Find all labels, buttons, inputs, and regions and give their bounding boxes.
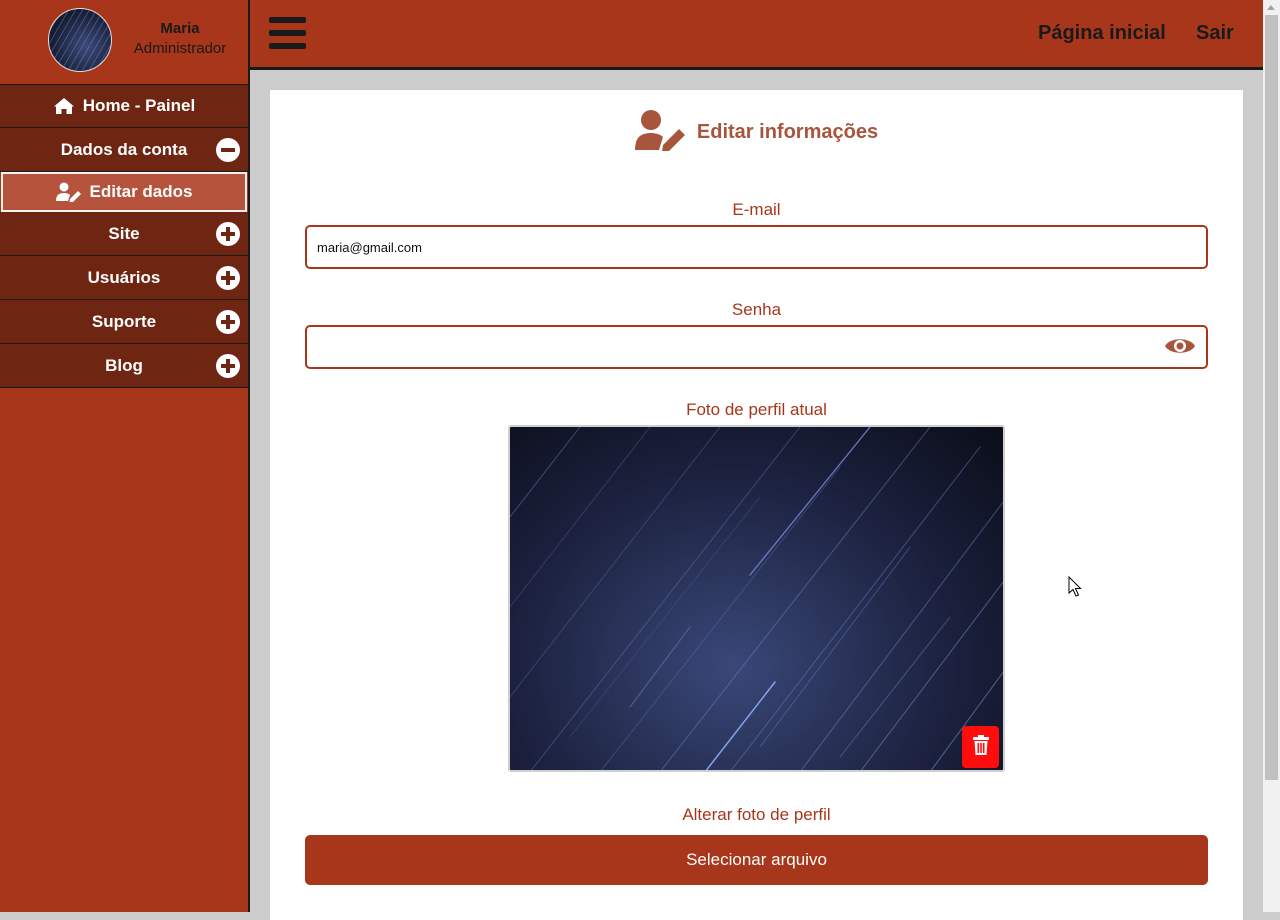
change-photo-label: Alterar foto de perfil [682,805,831,824]
user-edit-icon [634,109,687,156]
sidebar-item-label: Dados da conta [60,139,188,159]
home-link[interactable]: Página inicial [1038,22,1166,45]
trash-icon [972,734,989,760]
edit-info-card: Editar informações E-mail Senha Foto de … [270,90,1243,920]
plus-circle-icon[interactable] [216,221,240,246]
sidebar-item-label: Suporte [91,311,157,331]
profile-name: Maria [160,20,200,37]
avatar [48,8,112,72]
email-field[interactable] [305,225,1208,269]
password-label: Senha [731,300,782,319]
sidebar: Maria Administrador Home - Painel Dados … [0,0,250,912]
email-label: E-mail [732,200,781,219]
profile-header: Maria Administrador [0,0,248,84]
profile-photo [508,425,1005,772]
sidebar-item-usuarios[interactable]: Usuários [0,256,248,300]
sidebar-item-label: Blog [105,355,143,375]
delete-photo-button[interactable] [962,726,999,768]
hamburger-menu-icon[interactable] [269,17,306,49]
password-field[interactable] [305,325,1208,369]
sidebar-item-blog[interactable]: Blog [0,344,248,388]
sidebar-item-label: Home - Painel [82,96,196,115]
mouse-cursor-icon [1068,575,1082,603]
top-bar: Página inicial Sair [250,0,1263,70]
sidebar-item-label: Site [108,223,140,243]
scrollbar-thumb[interactable] [1265,15,1278,780]
sidebar-item-site[interactable]: Site [0,212,248,256]
page-title: Editar informações [270,109,1243,156]
sidebar-item-suporte[interactable]: Suporte [0,300,248,344]
sidebar-menu: Home - Painel Dados da conta Editar dado… [0,84,248,388]
profile-role: Administrador [133,40,227,57]
plus-circle-icon[interactable] [216,309,240,334]
sidebar-item-dados-conta[interactable]: Dados da conta [0,128,248,172]
minus-circle-icon[interactable] [216,137,240,162]
scroll-up-arrow-icon[interactable] [1267,5,1275,10]
sidebar-item-label: Usuários [87,267,161,287]
page-scrollbar[interactable] [1263,0,1280,912]
photo-label: Foto de perfil atual [686,400,827,419]
plus-circle-icon[interactable] [216,353,240,378]
sidebar-item-editar-dados[interactable]: Editar dados [1,172,247,212]
sidebar-item-home[interactable]: Home - Painel [0,84,248,128]
plus-circle-icon[interactable] [216,265,240,290]
home-icon [53,97,75,115]
user-edit-icon [55,182,82,202]
sidebar-item-label: Editar dados [89,182,193,201]
select-file-button[interactable]: Selecionar arquivo [305,835,1208,885]
logout-link[interactable]: Sair [1196,22,1234,45]
page-title-text: Editar informações [696,120,879,143]
eye-icon[interactable] [1164,335,1196,357]
